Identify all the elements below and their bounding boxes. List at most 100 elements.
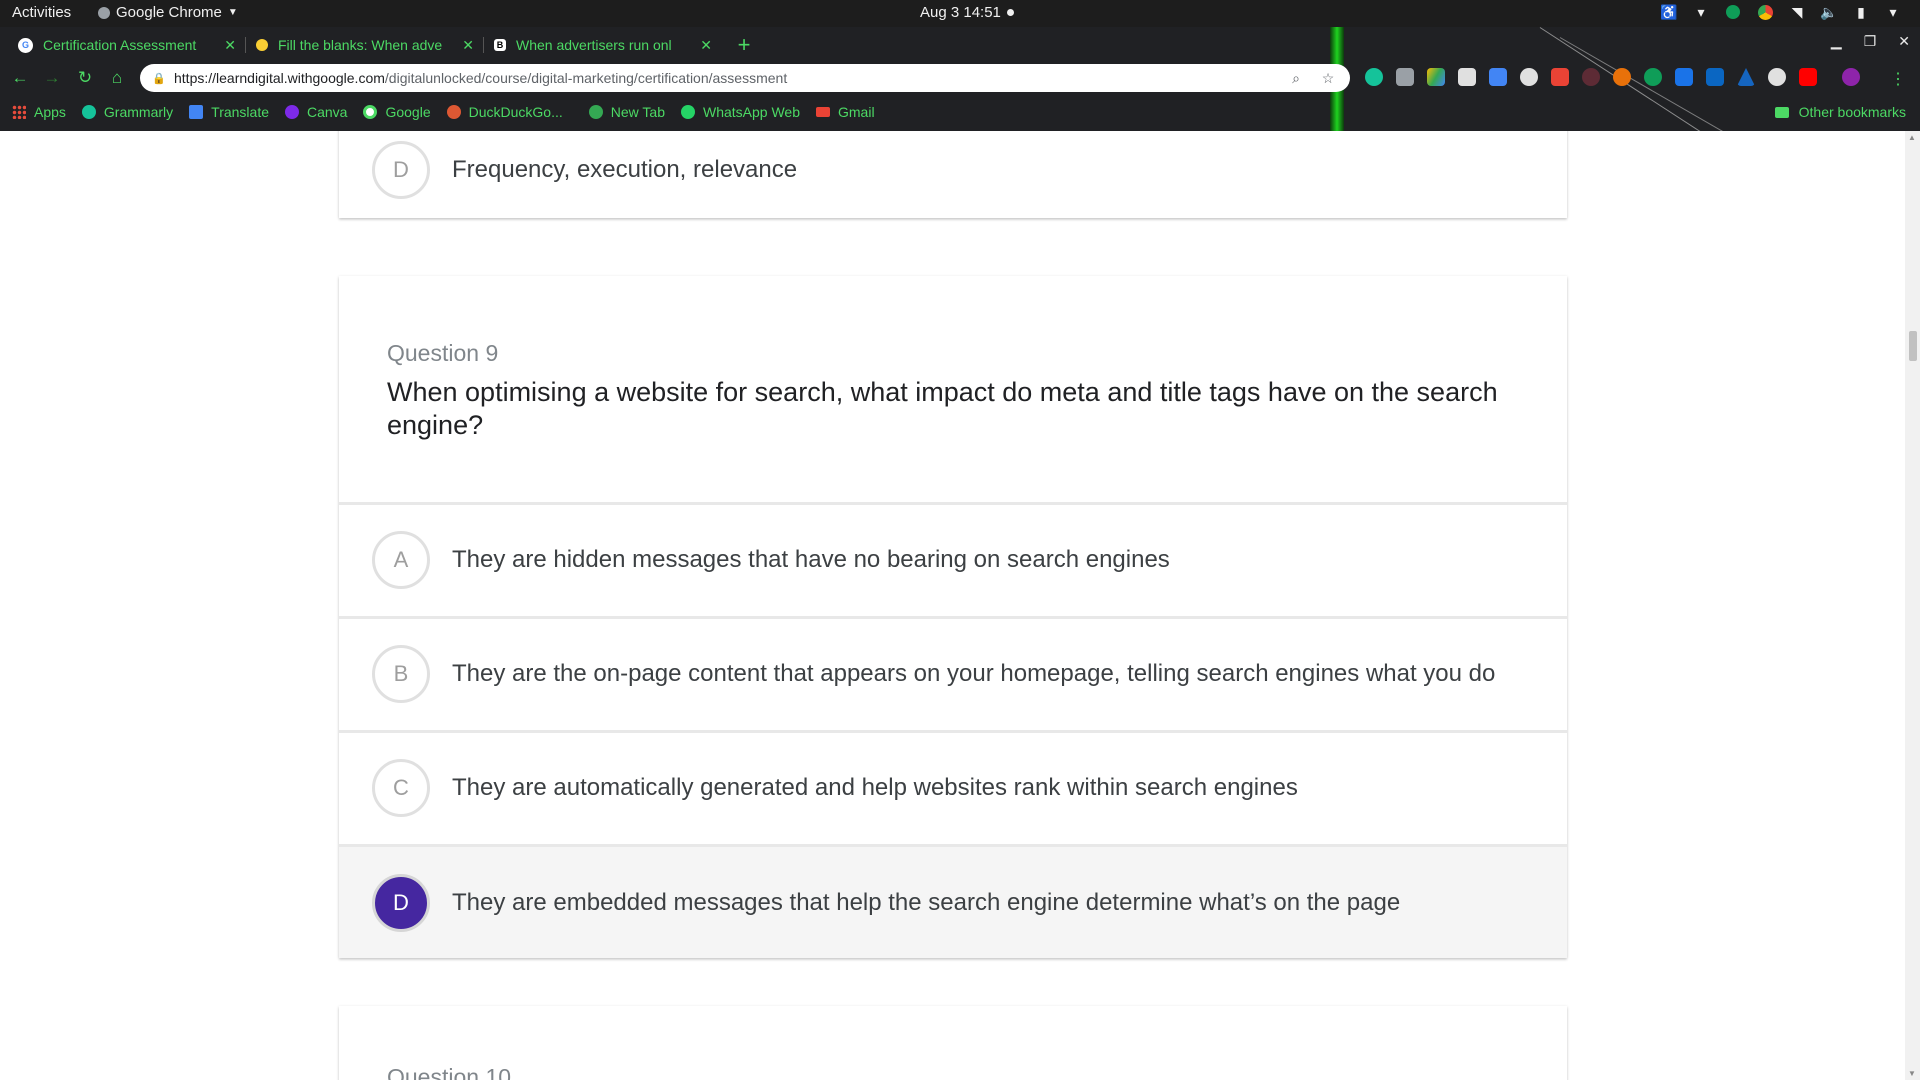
option-text: They are the on-page content that appear… — [452, 659, 1496, 687]
tab-certification-assessment[interactable]: G Certification Assessment ✕ — [8, 30, 246, 60]
previous-question-card: D Frequency, execution, relevance — [339, 131, 1567, 218]
close-icon[interactable]: ✕ — [224, 37, 236, 54]
bookmark-label: DuckDuckGo... — [468, 104, 563, 120]
notification-dot-icon — [1006, 9, 1014, 16]
option-letter-badge: C — [372, 758, 430, 817]
bookmark-new-tab[interactable]: New Tab — [588, 104, 665, 120]
bookmark-translate[interactable]: Translate — [189, 104, 269, 120]
hangouts-icon[interactable] — [1724, 3, 1742, 21]
reload-icon[interactable]: ↻ — [73, 66, 97, 90]
option-text: They are automatically generated and hel… — [452, 773, 1298, 801]
system-top-bar: Activities Google Chrome ▼ Aug 3 14:51 ♿… — [0, 0, 1920, 27]
url-text[interactable]: https://learndigital.withgoogle.com/digi… — [174, 70, 1274, 86]
duckduckgo-icon — [446, 105, 461, 119]
minimize-icon[interactable]: ▁ — [1831, 33, 1842, 50]
chevron-down-icon[interactable]: ▾ — [1884, 3, 1902, 21]
extension-icon[interactable] — [1551, 68, 1569, 86]
chrome-icon[interactable] — [1756, 3, 1774, 21]
bookmark-gmail[interactable]: Gmail — [816, 104, 875, 120]
google-icon — [363, 105, 378, 119]
scrollbar-thumb[interactable] — [1909, 331, 1917, 361]
translate-icon — [189, 105, 204, 119]
bookmark-canva[interactable]: Canva — [285, 104, 347, 120]
linkedin-extension-icon[interactable] — [1706, 68, 1724, 86]
wifi-icon[interactable]: ◥ — [1788, 3, 1806, 21]
chevron-down-icon[interactable]: ▾ — [1692, 3, 1710, 21]
zoom-icon[interactable]: ⌕ — [1286, 70, 1306, 87]
bookmark-apps[interactable]: Apps — [12, 104, 66, 120]
back-icon[interactable]: ← — [8, 66, 32, 90]
extension-icon[interactable] — [1582, 68, 1600, 86]
close-window-icon[interactable]: ✕ — [1898, 33, 1910, 50]
scroll-down-icon[interactable]: ▼ — [1908, 1069, 1916, 1078]
mail-extension-icon[interactable] — [1458, 68, 1476, 86]
chevron-down-icon: ▼ — [227, 7, 238, 18]
address-bar[interactable]: 🔒 https://learndigital.withgoogle.com/di… — [140, 64, 1350, 92]
lock-icon[interactable]: 🔒 — [152, 72, 166, 85]
bookmark-label: Gmail — [838, 104, 875, 120]
page-content: D Frequency, execution, relevance Questi… — [0, 131, 1905, 1080]
answer-option-c[interactable]: C They are automatically generated and h… — [339, 730, 1567, 842]
close-icon[interactable]: ✕ — [462, 37, 474, 54]
gmail-icon — [816, 107, 830, 117]
new-tab-button[interactable]: + — [730, 31, 758, 59]
whatsapp-icon — [680, 105, 695, 119]
extension-icon[interactable] — [1489, 68, 1507, 86]
system-tray[interactable]: ♿ ▾ ◥ 🔈 ▮ ▾ — [1660, 3, 1902, 21]
volume-icon[interactable]: 🔈 — [1820, 3, 1838, 21]
other-bookmarks[interactable]: Other bookmarks — [1774, 104, 1906, 120]
next-question-card: Question 10 — [339, 1006, 1567, 1080]
grammarly-extension-icon[interactable] — [1365, 68, 1383, 86]
forward-icon[interactable]: → — [40, 66, 64, 90]
answer-option[interactable]: D Frequency, execution, relevance — [339, 131, 1567, 218]
bookmark-google[interactable]: Google — [363, 104, 431, 120]
bookmark-star-icon[interactable]: ☆ — [1318, 70, 1338, 87]
option-text: They are hidden messages that have no be… — [452, 545, 1170, 573]
activities-button[interactable]: Activities — [12, 4, 71, 21]
clock[interactable]: Aug 3 14:51 — [920, 4, 1014, 21]
bookmark-duckduckgo[interactable]: DuckDuckGo... — [446, 104, 563, 120]
folder-icon — [1774, 106, 1789, 118]
extension-icon[interactable] — [1768, 68, 1786, 86]
app-name: Google Chrome — [116, 4, 222, 21]
bookmarks-bar: Apps Grammarly Translate Canva Google Du… — [0, 97, 1920, 127]
app-menu[interactable]: Google Chrome ▼ — [98, 4, 238, 21]
google-drive-icon[interactable] — [1427, 68, 1445, 86]
tab-title: When advertisers run onl — [516, 37, 672, 53]
more-menu-icon[interactable]: ⋮ — [1890, 69, 1906, 89]
extension-icon[interactable] — [1644, 68, 1662, 86]
answer-option-b[interactable]: B They are the on-page content that appe… — [339, 616, 1567, 728]
extension-icon[interactable] — [1737, 68, 1755, 86]
tab-when-advertisers[interactable]: B When advertisers run onl ✕ — [484, 30, 722, 60]
close-icon[interactable]: ✕ — [700, 37, 712, 54]
extension-icon[interactable] — [1613, 68, 1631, 86]
other-bookmarks-label: Other bookmarks — [1798, 104, 1906, 120]
answer-option-a[interactable]: A They are hidden messages that have no … — [339, 502, 1567, 614]
bookmark-label: Apps — [34, 104, 66, 120]
bookmark-grammarly[interactable]: Grammarly — [81, 104, 173, 120]
tab-fill-the-blanks[interactable]: Fill the blanks: When adve ✕ — [246, 30, 484, 60]
newtab-icon — [588, 105, 603, 119]
youtube-extension-icon[interactable] — [1799, 68, 1817, 86]
bookmark-label: WhatsApp Web — [702, 104, 800, 120]
accessibility-icon[interactable]: ♿ — [1660, 3, 1678, 21]
answer-option-d[interactable]: D They are embedded messages that help t… — [339, 844, 1567, 958]
chrome-app-icon — [98, 6, 110, 19]
question-card: Question 9 When optimising a website for… — [339, 276, 1567, 958]
question-number: Question 10 — [387, 1064, 512, 1080]
apps-grid-icon — [12, 105, 26, 119]
page-scrollbar[interactable]: ▲ ▼ — [1905, 131, 1920, 1080]
battery-icon[interactable]: ▮ — [1852, 3, 1870, 21]
scroll-up-icon[interactable]: ▲ — [1908, 133, 1916, 142]
restore-icon[interactable]: ❐ — [1864, 33, 1877, 50]
bookmark-whatsapp[interactable]: WhatsApp Web — [680, 104, 800, 120]
option-letter-badge: B — [372, 644, 430, 703]
clock-extension-icon[interactable] — [1520, 68, 1538, 86]
extension-icon[interactable] — [1675, 68, 1693, 86]
question-text: When optimising a website for search, wh… — [387, 377, 1498, 440]
option-letter-badge: D — [372, 873, 430, 932]
tab-title: Certification Assessment — [43, 37, 197, 53]
profile-avatar[interactable] — [1842, 68, 1860, 86]
extension-icon[interactable] — [1396, 68, 1414, 86]
home-icon[interactable]: ⌂ — [105, 66, 129, 90]
